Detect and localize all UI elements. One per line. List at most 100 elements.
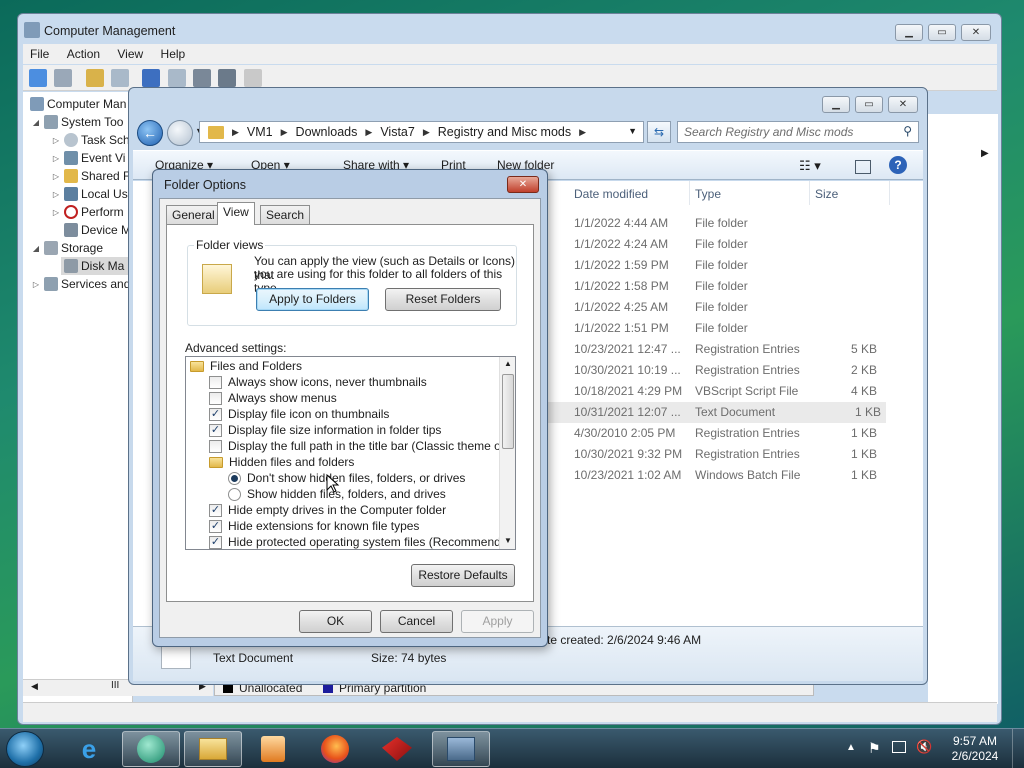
tree-item-performance[interactable]: ▷ Perform — [51, 203, 124, 221]
expand-arrow-icon[interactable]: ▷ — [51, 172, 61, 181]
breadcrumb-registry-misc-mods[interactable]: Registry and Misc mods — [432, 125, 577, 139]
minimize-button[interactable]: ▁ — [895, 24, 923, 41]
ok-button[interactable]: OK — [299, 610, 372, 633]
show-desktop-button[interactable] — [1012, 729, 1024, 768]
setting-hide-empty-drives[interactable]: ✓ Hide empty drives in the Computer folde… — [209, 502, 446, 518]
refresh-icon[interactable]: ⇆ — [647, 121, 671, 143]
breadcrumb-vista7[interactable]: Vista7 — [374, 125, 421, 139]
column-type[interactable]: Type — [695, 187, 721, 201]
tree-item-event-viewer[interactable]: ▷ Event Vi — [51, 149, 125, 167]
menu-action[interactable]: Action — [60, 44, 107, 64]
restore-defaults-button[interactable]: Restore Defaults — [411, 564, 515, 587]
tree-item-task-scheduler[interactable]: ▷ Task Sch — [51, 131, 130, 149]
setting-file-size-in-tips[interactable]: ✓ Display file size information in folder… — [209, 422, 441, 438]
breadcrumb-downloads[interactable]: Downloads — [290, 125, 364, 139]
column-size[interactable]: Size — [815, 187, 838, 201]
setting-file-icon-on-thumbnails[interactable]: ✓ Display file icon on thumbnails — [209, 406, 389, 422]
back-arrow-icon[interactable]: ← — [137, 120, 163, 146]
setting-hide-protected-files[interactable]: ✓ Hide protected operating system files (… — [209, 534, 515, 549]
checkbox-checked[interactable]: ✓ — [209, 519, 222, 533]
forward-arrow-icon[interactable] — [54, 69, 73, 87]
chevron-right-icon[interactable]: ▶ — [363, 127, 374, 138]
checkbox-checked[interactable]: ✓ — [209, 423, 222, 437]
setting-full-path-title-bar[interactable]: Display the full path in the title bar (… — [209, 438, 515, 454]
volume-muted-icon[interactable]: 🔇 — [916, 739, 932, 755]
scroll-thumb[interactable] — [502, 374, 514, 449]
taskbar-media-app[interactable] — [122, 731, 180, 767]
tab-search[interactable]: Search — [260, 205, 311, 224]
search-input[interactable]: Search Registry and Misc mods ⚲ — [677, 121, 919, 143]
checkbox[interactable] — [209, 439, 222, 453]
chevron-right-icon[interactable]: ▶ — [279, 127, 290, 138]
search-icon[interactable]: ⚲ — [903, 124, 912, 138]
taskbar-media-player[interactable] — [244, 731, 302, 767]
cancel-button[interactable]: Cancel — [380, 610, 453, 633]
radio-selected[interactable] — [228, 471, 241, 485]
collapse-arrow-icon[interactable]: ◢ — [31, 118, 41, 127]
tab-general[interactable]: General — [166, 205, 221, 224]
tab-view[interactable]: View — [217, 202, 255, 225]
setting-hide-extensions[interactable]: ✓ Hide extensions for known file types — [209, 518, 419, 534]
start-button[interactable] — [6, 731, 44, 767]
close-button[interactable]: ✕ — [507, 176, 539, 193]
expand-arrow-icon[interactable]: ▷ — [51, 208, 61, 217]
tree-item-disk-management[interactable]: Disk Ma — [61, 257, 133, 275]
pane-arrow-icon[interactable]: ▶ — [981, 148, 989, 159]
chevron-right-icon[interactable]: ▶ — [577, 127, 588, 138]
vertical-scrollbar[interactable]: ▲ ▼ — [499, 357, 515, 549]
checkbox-checked[interactable]: ✓ — [209, 535, 222, 549]
setting-dont-show-hidden[interactable]: Don't show hidden files, folders, or dri… — [228, 470, 465, 486]
breadcrumb-vm1[interactable]: VM1 — [241, 125, 279, 139]
collapse-arrow-icon[interactable]: ◢ — [31, 244, 41, 253]
setting-always-show-menus[interactable]: Always show menus — [209, 390, 337, 406]
address-bar[interactable]: ▶ VM1 ▶ Downloads ▶ Vista7 ▶ Registry an… — [199, 121, 644, 143]
menu-view[interactable]: View — [110, 44, 150, 64]
tree-item-local-users[interactable]: ▷ Local Us — [51, 185, 128, 203]
checkbox[interactable] — [209, 391, 222, 405]
tree-item-shared-folders[interactable]: ▷ Shared F — [51, 167, 130, 185]
help-icon[interactable]: ? — [889, 156, 907, 174]
preview-pane-icon[interactable] — [855, 160, 871, 174]
maximize-button[interactable]: ▭ — [928, 24, 956, 41]
checkbox[interactable] — [209, 375, 222, 389]
address-dropdown-icon[interactable]: ▼ — [628, 126, 637, 136]
rescan-disks-icon[interactable] — [243, 69, 262, 87]
view-options-icon[interactable]: ☷ ▾ — [799, 158, 821, 174]
action-center-flag-icon[interactable]: ⚑ — [868, 740, 881, 757]
scroll-down-icon[interactable]: ▼ — [504, 536, 512, 545]
setting-always-show-icons[interactable]: Always show icons, never thumbnails — [209, 374, 427, 390]
help-icon[interactable] — [142, 69, 161, 87]
radio[interactable] — [228, 487, 241, 501]
chevron-right-icon[interactable]: ▶ — [421, 127, 432, 138]
chevron-right-icon[interactable]: ▶ — [230, 127, 241, 138]
column-date-modified[interactable]: Date modified — [574, 187, 648, 201]
taskbar-explorer[interactable] — [184, 731, 242, 767]
forward-arrow-icon[interactable] — [167, 120, 193, 146]
back-arrow-icon[interactable] — [29, 69, 47, 87]
tree-item-system-tools[interactable]: ◢ System Too — [31, 113, 123, 131]
reset-folders-button[interactable]: Reset Folders — [385, 288, 501, 311]
file-row-selected[interactable]: 10/31/2021 12:07 ... Text Document 1 KB — [548, 402, 886, 423]
checkbox-checked[interactable]: ✓ — [209, 407, 222, 421]
show-hide-tree-icon[interactable] — [111, 69, 130, 87]
clock[interactable]: 9:57 AM 2/6/2024 — [945, 734, 1005, 764]
taskbar-app[interactable] — [368, 731, 426, 767]
taskbar-computer-management[interactable] — [432, 731, 490, 767]
refresh-icon[interactable] — [193, 69, 212, 87]
show-hidden-icons-chevron-icon[interactable]: ▲ — [846, 742, 856, 753]
properties-icon[interactable] — [218, 69, 237, 87]
apply-to-folders-button[interactable]: Apply to Folders — [256, 288, 369, 311]
checkbox-checked[interactable]: ✓ — [209, 503, 222, 517]
taskbar-firefox[interactable] — [306, 731, 364, 767]
expand-arrow-icon[interactable]: ▷ — [51, 190, 61, 199]
expand-arrow-icon[interactable]: ▷ — [51, 136, 61, 145]
tree-item-computer-management[interactable]: Computer Man — [27, 95, 126, 113]
network-icon[interactable] — [892, 741, 906, 753]
maximize-button[interactable]: ▭ — [855, 96, 883, 113]
up-folder-icon[interactable] — [85, 69, 104, 87]
show-hide-action-pane-icon[interactable] — [167, 69, 186, 87]
tree-item-device-manager[interactable]: Device M — [61, 221, 131, 239]
close-button[interactable]: ✕ — [961, 24, 991, 41]
scroll-up-icon[interactable]: ▲ — [504, 359, 512, 368]
taskbar-internet-explorer[interactable]: e — [60, 731, 118, 767]
